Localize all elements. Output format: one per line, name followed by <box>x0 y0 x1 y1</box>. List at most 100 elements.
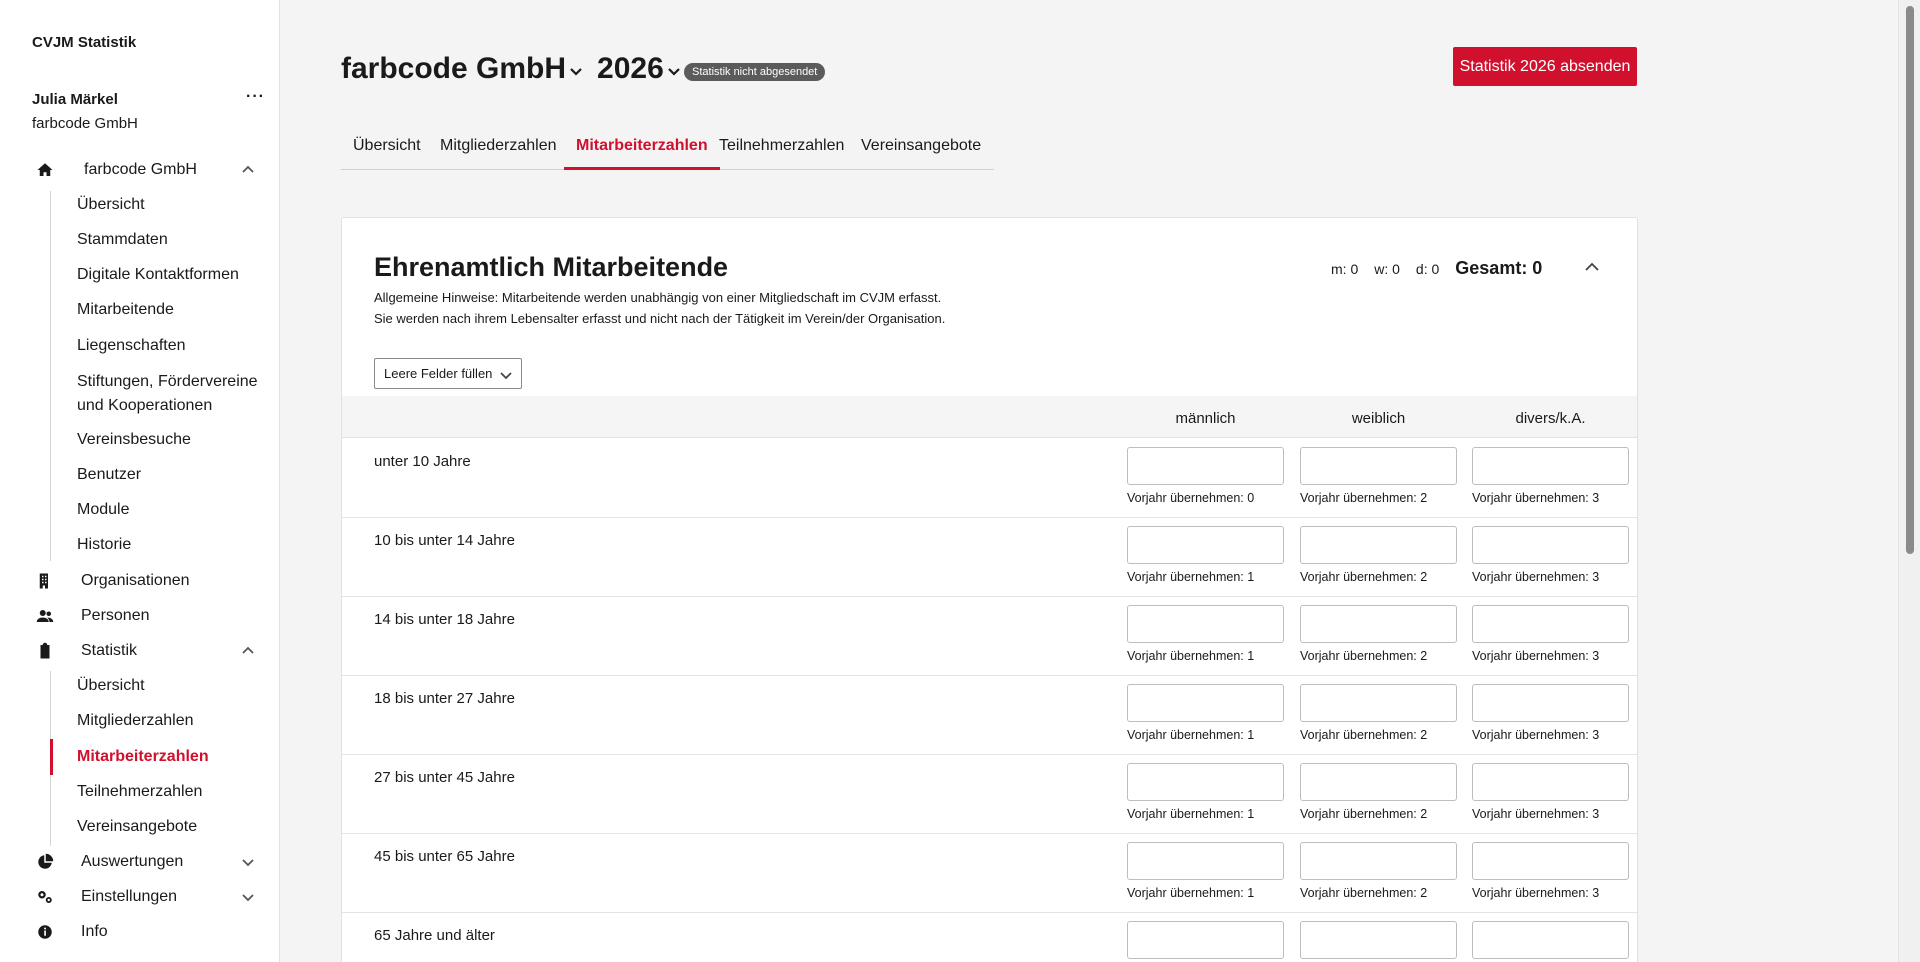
row-label: unter 10 Jahre <box>374 453 471 470</box>
home-icon <box>36 160 66 180</box>
copy-previous-year-link[interactable]: Vorjahr übernehmen: 1 <box>1127 807 1254 821</box>
main-content: farbcode GmbH 2026 Statistik nicht abges… <box>280 0 1920 962</box>
female-count-input[interactable] <box>1300 684 1457 722</box>
female-count-input[interactable] <box>1300 447 1457 485</box>
nav-org[interactable]: farbcode GmbH <box>36 156 266 184</box>
section-hint: Allgemeine Hinweise: Mitarbeitende werde… <box>374 287 945 329</box>
nav-statistik[interactable]: Statistik <box>36 637 266 665</box>
copy-previous-year-link[interactable]: Vorjahr übernehmen: 3 <box>1472 570 1599 584</box>
page-scrollbar[interactable] <box>1898 0 1920 962</box>
org-subnav-item[interactable]: Vereinsbesuche <box>77 429 267 451</box>
tab-vereinsangebote[interactable]: Vereinsangebote <box>849 134 993 170</box>
column-header: männlich <box>1175 410 1236 427</box>
chevron-down-icon <box>570 68 582 76</box>
collapse-section-button[interactable] <box>1583 258 1603 278</box>
org-subnav-item[interactable]: Module <box>77 499 267 521</box>
nav-organisationen[interactable]: Organisationen <box>36 567 266 595</box>
section-hint-line: Allgemeine Hinweise: Mitarbeitende werde… <box>374 290 942 305</box>
app-title: CVJM Statistik <box>32 34 137 51</box>
building-icon <box>36 571 66 591</box>
org-subnav-item[interactable]: Mitarbeitende <box>77 299 267 321</box>
row-label: 10 bis unter 14 Jahre <box>374 532 515 549</box>
diverse-count-input[interactable] <box>1472 842 1629 880</box>
male-count-input[interactable] <box>1127 763 1284 801</box>
copy-previous-year-link[interactable]: Vorjahr übernehmen: 3 <box>1472 649 1599 663</box>
org-subnav-item[interactable]: Übersicht <box>77 194 267 216</box>
chevron-down-icon <box>500 372 512 380</box>
female-count-input[interactable] <box>1300 842 1457 880</box>
male-count-input[interactable] <box>1127 842 1284 880</box>
nav-personen[interactable]: Personen <box>36 602 266 630</box>
male-count-input[interactable] <box>1127 684 1284 722</box>
male-count-input[interactable] <box>1127 921 1284 959</box>
copy-previous-year-link[interactable]: Vorjahr übernehmen: 0 <box>1127 491 1254 505</box>
copy-previous-year-link[interactable]: Vorjahr übernehmen: 1 <box>1127 570 1254 584</box>
year-switcher[interactable]: 2026 <box>597 52 681 86</box>
copy-previous-year-link[interactable]: Vorjahr übernehmen: 3 <box>1472 886 1599 900</box>
statistik-subnav-item[interactable]: Vereinsangebote <box>77 816 267 838</box>
copy-previous-year-link[interactable]: Vorjahr übernehmen: 2 <box>1300 570 1427 584</box>
copy-previous-year-link[interactable]: Vorjahr übernehmen: 3 <box>1472 807 1599 821</box>
count-total: Gesamt: 0 <box>1455 258 1543 278</box>
copy-previous-year-link[interactable]: Vorjahr übernehmen: 2 <box>1300 807 1427 821</box>
diverse-count-input[interactable] <box>1472 921 1629 959</box>
male-count-input[interactable] <box>1127 447 1284 485</box>
nav-einstellungen[interactable]: Einstellungen <box>36 883 266 911</box>
user-menu-button[interactable]: ··· <box>246 88 265 106</box>
diverse-count-input[interactable] <box>1472 684 1629 722</box>
chevron-up-icon <box>1585 262 1599 271</box>
tab-mitgliederzahlen[interactable]: Mitgliederzahlen <box>428 134 569 170</box>
female-count-input[interactable] <box>1300 921 1457 959</box>
info-icon <box>36 922 66 942</box>
copy-previous-year-link[interactable]: Vorjahr übernehmen: 3 <box>1472 491 1599 505</box>
org-switcher[interactable]: farbcode GmbH <box>341 52 583 86</box>
female-count-input[interactable] <box>1300 605 1457 643</box>
org-subnav-item[interactable]: Digitale Kontaktformen <box>77 264 267 286</box>
fill-empty-fields-select[interactable]: Leere Felder füllen <box>374 358 522 389</box>
nav-org-label: farbcode GmbH <box>84 161 197 178</box>
male-count-input[interactable] <box>1127 605 1284 643</box>
tab-teilnehmerzahlen[interactable]: Teilnehmerzahlen <box>707 134 856 170</box>
column-header: divers/k.A. <box>1515 410 1586 427</box>
users-icon <box>36 606 66 626</box>
table-row: unter 10 Jahre Vorjahr übernehmen: 0 Vorja… <box>342 439 1637 518</box>
statistik-subnav-item[interactable]: Teilnehmerzahlen <box>77 781 267 803</box>
statistik-subnav-item-active[interactable]: Mitarbeiterzahlen <box>77 746 267 768</box>
chevron-down-icon <box>240 854 256 870</box>
diverse-count-input[interactable] <box>1472 605 1629 643</box>
org-subnav-item[interactable]: Historie <box>77 534 267 556</box>
copy-previous-year-link[interactable]: Vorjahr übernehmen: 2 <box>1300 491 1427 505</box>
chevron-down-icon <box>668 68 680 76</box>
nav-info[interactable]: Info <box>36 918 266 946</box>
copy-previous-year-link[interactable]: Vorjahr übernehmen: 1 <box>1127 728 1254 742</box>
nav-auswertungen[interactable]: Auswertungen <box>36 848 266 876</box>
diverse-count-input[interactable] <box>1472 526 1629 564</box>
tab-mitarbeiterzahlen[interactable]: Mitarbeiterzahlen <box>564 134 720 170</box>
count-m: m: 0 <box>1331 261 1359 277</box>
copy-previous-year-link[interactable]: Vorjahr übernehmen: 3 <box>1472 728 1599 742</box>
tab-uebersicht[interactable]: Übersicht <box>341 134 433 170</box>
female-count-input[interactable] <box>1300 526 1457 564</box>
scrollbar-thumb[interactable] <box>1906 6 1914 554</box>
statistik-subnav-item[interactable]: Mitgliederzahlen <box>77 710 267 732</box>
row-label: 27 bis unter 45 Jahre <box>374 769 515 786</box>
org-subnav-item[interactable]: Benutzer <box>77 464 267 486</box>
copy-previous-year-link[interactable]: Vorjahr übernehmen: 2 <box>1300 886 1427 900</box>
female-count-input[interactable] <box>1300 763 1457 801</box>
chevron-up-icon <box>240 162 256 178</box>
diverse-count-input[interactable] <box>1472 447 1629 485</box>
org-subnav-item[interactable]: Liegenschaften <box>77 335 267 357</box>
male-count-input[interactable] <box>1127 526 1284 564</box>
copy-previous-year-link[interactable]: Vorjahr übernehmen: 1 <box>1127 649 1254 663</box>
org-switcher-label: farbcode GmbH <box>341 52 567 85</box>
submit-statistik-button[interactable]: Statistik 2026 absenden <box>1453 47 1637 86</box>
count-d: d: 0 <box>1415 261 1440 277</box>
section-card: Ehrenamtlich Mitarbeitende Allgemeine Hi… <box>341 217 1638 962</box>
copy-previous-year-link[interactable]: Vorjahr übernehmen: 2 <box>1300 649 1427 663</box>
org-subnav-item[interactable]: Stammdaten <box>77 229 267 251</box>
diverse-count-input[interactable] <box>1472 763 1629 801</box>
statistik-subnav-item[interactable]: Übersicht <box>77 675 267 697</box>
copy-previous-year-link[interactable]: Vorjahr übernehmen: 1 <box>1127 886 1254 900</box>
org-subnav-item[interactable]: Stiftungen, Fördervereine und Kooperatio… <box>77 370 267 418</box>
copy-previous-year-link[interactable]: Vorjahr übernehmen: 2 <box>1300 728 1427 742</box>
